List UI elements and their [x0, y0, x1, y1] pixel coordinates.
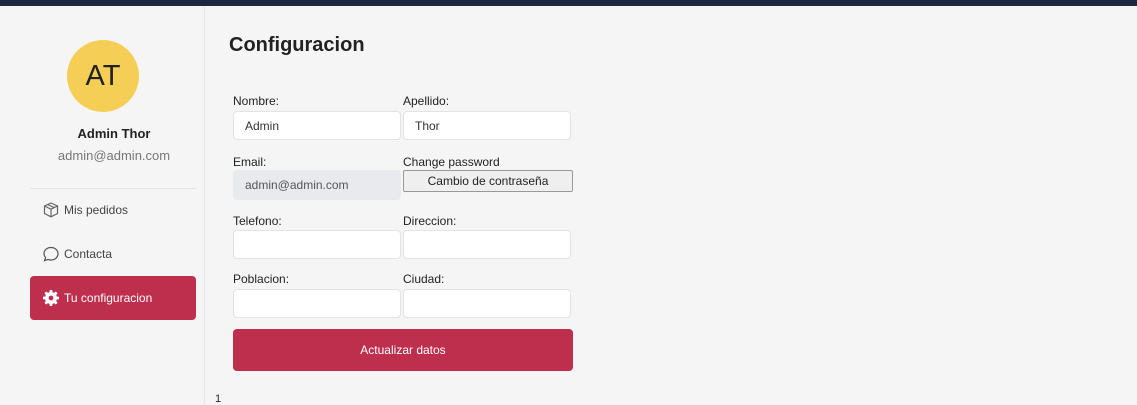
- ciudad-label: Ciudad:: [403, 272, 445, 286]
- change-password-label: Change password: [403, 155, 500, 169]
- avatar: AT: [67, 40, 139, 112]
- direccion-label: Direccion:: [403, 214, 457, 228]
- apellido-label: Apellido:: [403, 94, 450, 108]
- chat-bubble-icon: [42, 245, 60, 263]
- change-password-button[interactable]: Cambio de contraseña: [403, 170, 573, 192]
- apellido-input[interactable]: [403, 111, 571, 140]
- direccion-input[interactable]: [403, 230, 571, 259]
- sidebar: AT Admin Thor admin@admin.com Mis pedido…: [0, 6, 205, 405]
- email-field: [233, 170, 401, 200]
- poblacion-label: Poblacion:: [233, 272, 290, 286]
- page-title: Configuracion: [229, 34, 365, 56]
- nombre-input[interactable]: [233, 111, 401, 140]
- avatar-initials: AT: [85, 59, 121, 92]
- update-data-button[interactable]: Actualizar datos: [233, 329, 573, 371]
- package-icon: [42, 201, 60, 219]
- ciudad-input[interactable]: [403, 289, 571, 318]
- sidebar-item-mis-pedidos[interactable]: Mis pedidos: [30, 188, 196, 232]
- telefono-input[interactable]: [233, 230, 401, 259]
- gear-icon: [42, 289, 60, 307]
- sidebar-item-label: Mis pedidos: [64, 203, 129, 217]
- sidebar-item-tu-configuracion[interactable]: Tu configuracion: [30, 276, 196, 320]
- sidebar-item-label: Tu configuracion: [64, 291, 153, 305]
- telefono-label: Telefono:: [233, 214, 282, 228]
- poblacion-input[interactable]: [233, 289, 401, 318]
- email-label: Email:: [233, 155, 267, 169]
- nombre-label: Nombre:: [233, 94, 280, 108]
- page-number: 1: [215, 393, 222, 405]
- sidebar-item-label: Contacta: [64, 247, 113, 261]
- sidebar-item-contacta[interactable]: Contacta: [30, 232, 196, 276]
- user-email: admin@admin.com: [57, 148, 171, 163]
- user-name: Admin Thor: [77, 126, 151, 141]
